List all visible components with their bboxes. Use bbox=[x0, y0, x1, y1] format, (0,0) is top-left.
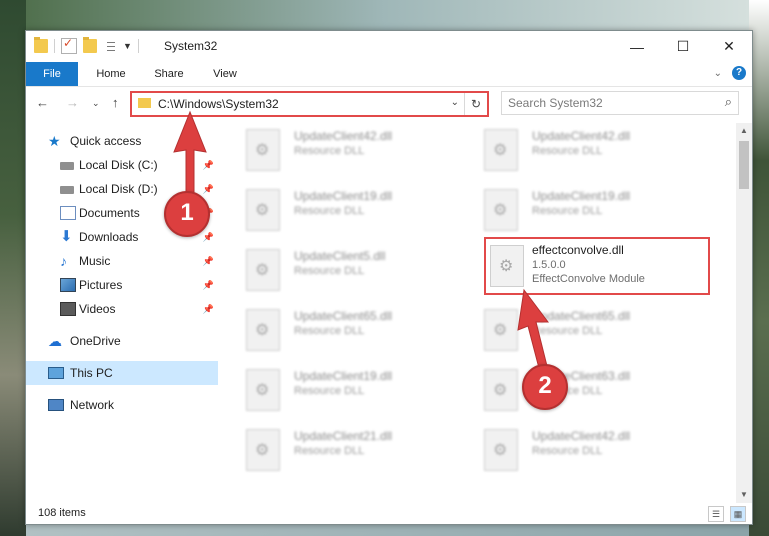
annotation-arrow-2 bbox=[517, 288, 549, 373]
annotation-arrow-1 bbox=[173, 110, 207, 196]
annotation-arrows bbox=[173, 110, 549, 373]
annotation-marker-1: 1 bbox=[164, 191, 210, 237]
annotation-marker-2: 2 bbox=[522, 364, 568, 410]
